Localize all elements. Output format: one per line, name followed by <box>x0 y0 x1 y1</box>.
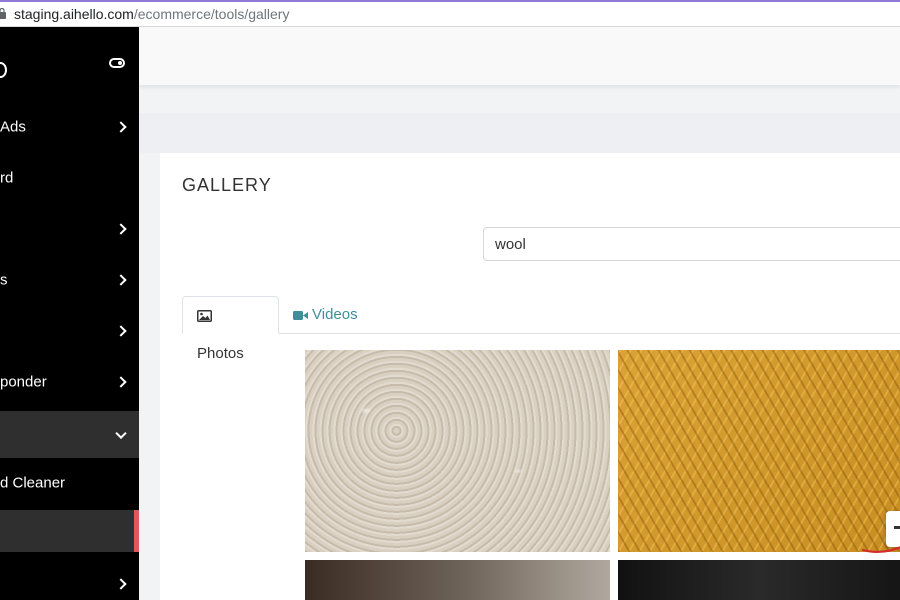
gallery-image[interactable] <box>618 560 900 600</box>
sidebar-item-10[interactable] <box>0 560 139 600</box>
chevron-right-icon <box>115 325 127 337</box>
image-icon <box>197 310 212 323</box>
sidebar-item-5[interactable] <box>0 307 139 355</box>
address-bar[interactable]: staging.aihello.com/ecommerce/tools/gall… <box>0 0 900 27</box>
url-host: staging.aihello.com <box>14 6 134 22</box>
gallery-image-yellow-knit[interactable] <box>618 350 900 552</box>
url-path: /ecommerce/tools/gallery <box>133 6 290 22</box>
tab-label: Photos <box>197 345 244 363</box>
gallery-card: GALLERY Photos Videos <box>160 153 900 600</box>
sidebar-item-ads[interactable]: Ads <box>0 103 139 151</box>
url-text[interactable]: staging.aihello.com/ecommerce/tools/gall… <box>14 6 289 22</box>
logo-icon <box>0 62 7 78</box>
tab-label: Videos <box>312 306 358 324</box>
annotation-underline <box>862 546 900 554</box>
chevron-right-icon <box>115 376 127 388</box>
sidebar-item-label: rd <box>0 169 14 187</box>
sidebar-item-label: Ads <box>0 118 26 136</box>
sidebar-item-responder[interactable]: ponder <box>0 358 139 406</box>
page-title: GALLERY <box>182 175 272 195</box>
search-input[interactable] <box>483 227 900 261</box>
chevron-right-icon <box>115 223 127 235</box>
lock-icon <box>0 8 6 19</box>
chevron-down-icon <box>115 427 127 439</box>
sidebar-item-3[interactable] <box>0 205 139 253</box>
sidebar-item-cleaner[interactable]: d Cleaner <box>0 459 139 507</box>
gallery-image-white-wool[interactable] <box>305 350 610 552</box>
sidebar-item-label: d Cleaner <box>0 474 66 492</box>
sidebar-item-label: s <box>0 271 8 289</box>
sidebar-toggle-icon[interactable] <box>109 58 125 68</box>
sidebar: Ads rd s ponder d Cleaner <box>0 27 139 600</box>
chevron-right-icon <box>115 121 127 133</box>
breadcrumb-band <box>139 113 900 153</box>
video-camera-icon <box>293 310 308 320</box>
sidebar-item-label: ponder <box>0 373 47 391</box>
tab-videos[interactable]: Videos <box>279 296 374 334</box>
gallery-image[interactable] <box>305 560 610 600</box>
top-header <box>139 27 900 85</box>
sidebar-item-dashboard[interactable]: rd <box>0 154 139 202</box>
tab-photos[interactable]: Photos <box>182 296 279 362</box>
chevron-right-icon <box>115 578 127 590</box>
chevron-right-icon <box>115 274 127 286</box>
sidebar-item-tools[interactable] <box>0 411 139 458</box>
media-tabs: Photos Videos <box>182 296 900 362</box>
sidebar-item-gallery[interactable] <box>0 510 139 552</box>
sidebar-item-4[interactable]: s <box>0 256 139 304</box>
